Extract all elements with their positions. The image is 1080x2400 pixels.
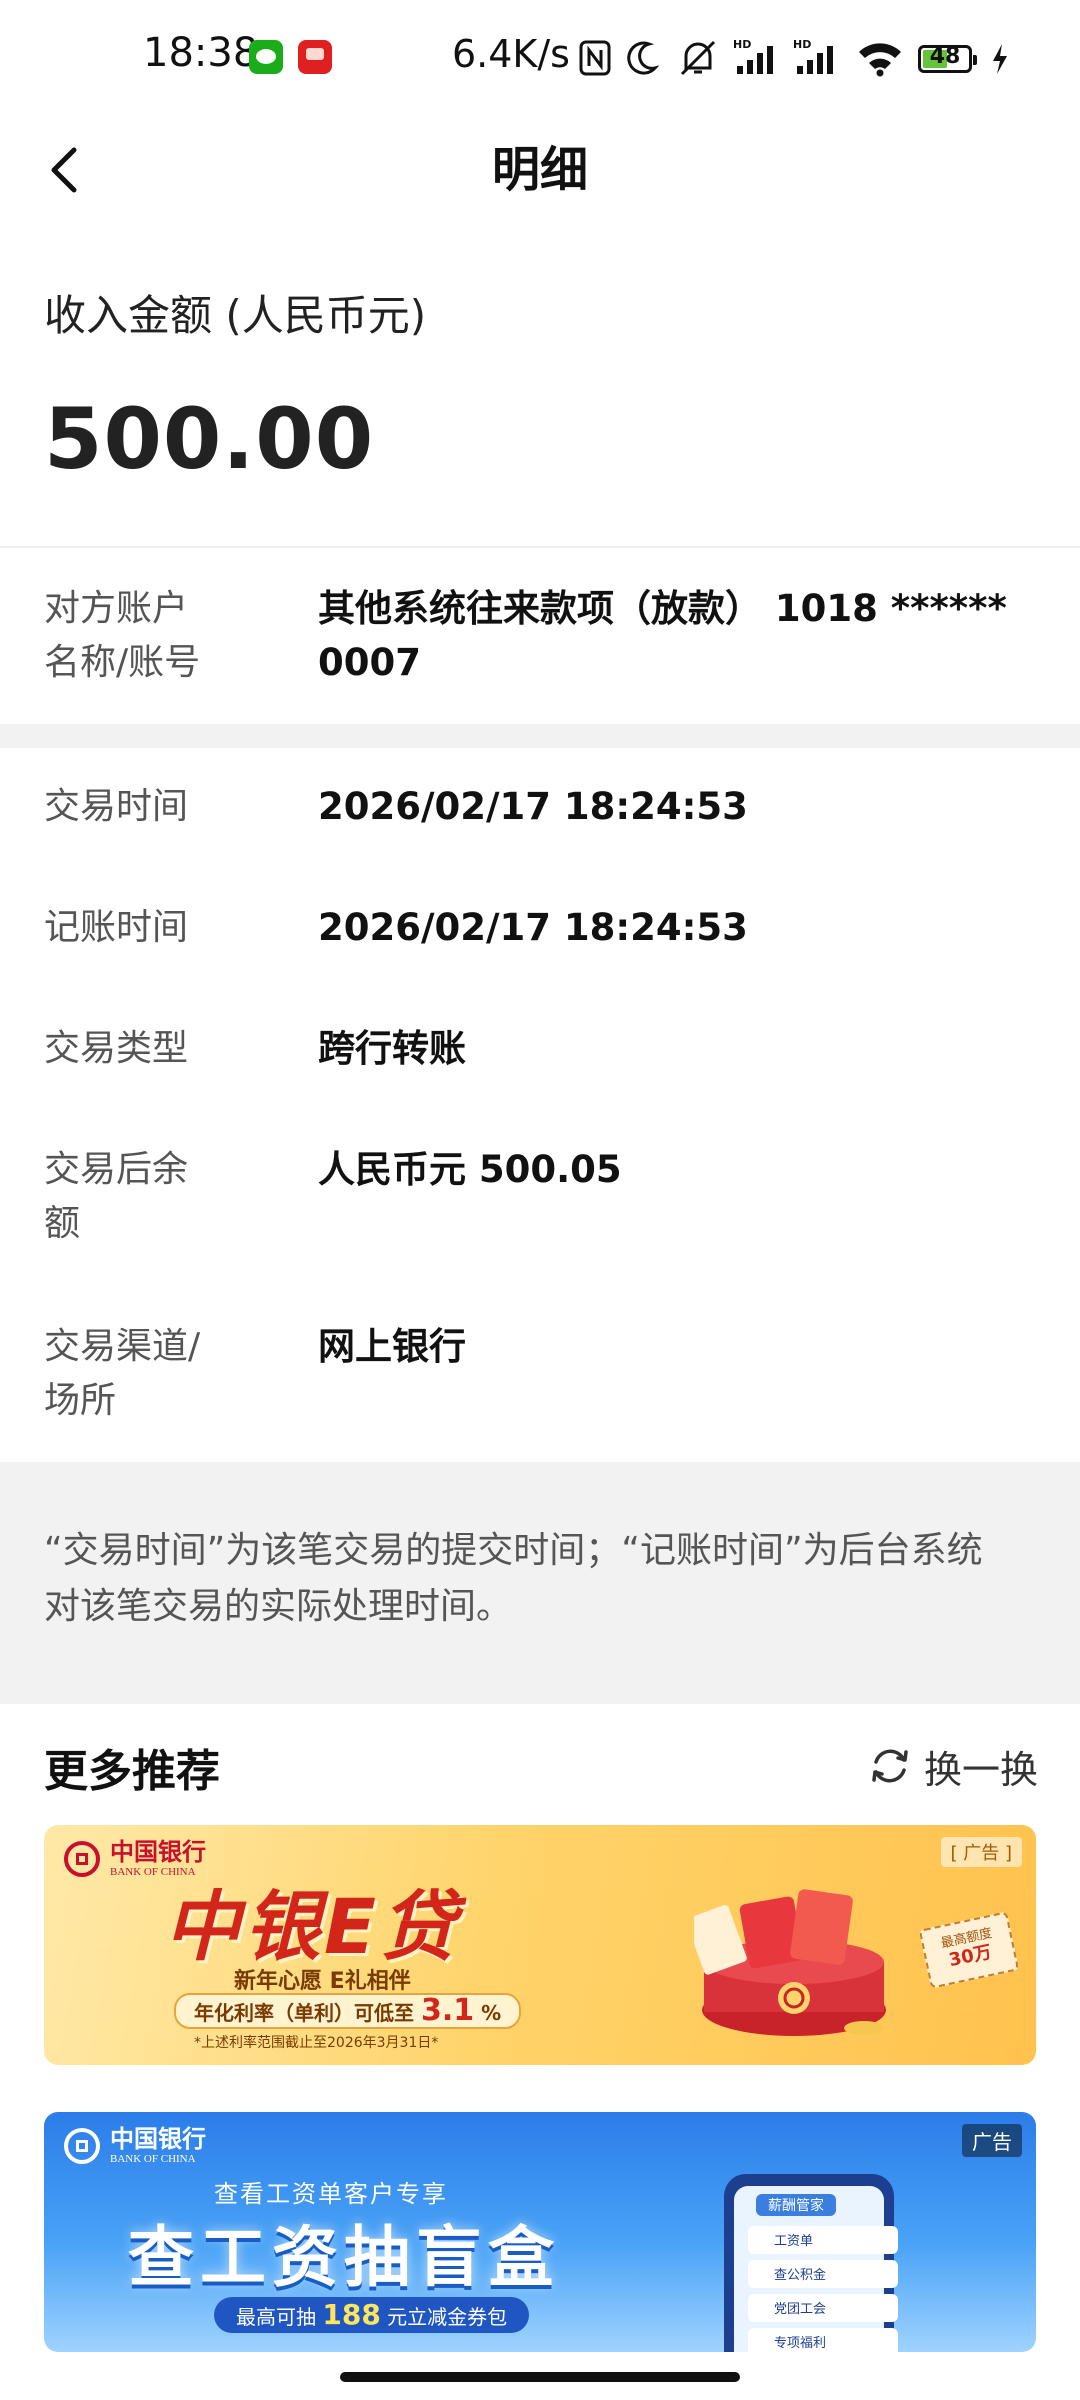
balance-value: 人民币元 500.05 [318, 1148, 622, 1191]
label-line: 对方账户 [44, 588, 189, 629]
bank-name-en: BANK OF CHINA [110, 2153, 196, 2165]
label-line: 额 [44, 1203, 81, 1244]
red-app-icon [298, 40, 332, 74]
hd-signal-icon: HD [793, 38, 833, 74]
label-line: 场所 [44, 1380, 117, 1421]
pill-suffix: 元立减金券包 [387, 2305, 508, 2329]
svg-text:HD: HD [793, 38, 811, 51]
phone-title: 薪酬管家 [768, 2197, 824, 2214]
battery-icon: 48 [918, 44, 977, 73]
wechat-icon [249, 40, 283, 74]
amount-value: 500.00 [44, 390, 375, 488]
network-speed: 6.4K/s [452, 32, 570, 76]
divider [0, 546, 1080, 548]
page-title: 明细 [491, 142, 588, 198]
phone-item: 查公积金 [774, 2267, 826, 2283]
nav-bar: 明细 [0, 120, 1080, 220]
refresh-label: 换一换 [924, 1747, 1039, 1792]
bank-name-cn: 中国银行 [110, 2124, 206, 2153]
wifi-icon [859, 43, 901, 77]
section-divider [0, 724, 1080, 748]
label-line: 交易渠道/ [44, 1326, 201, 1367]
bank-logo-icon [64, 2128, 100, 2164]
counterparty-value: 其他系统往来款项（放款） 1018 ****** 0007 [318, 582, 1038, 690]
battery-level: 48 [929, 44, 961, 69]
charging-icon [993, 44, 1007, 74]
status-bar: 18:38 6.4K/s HD HD 48 [0, 0, 1080, 120]
channel-label: 交易渠道/ 场所 [44, 1320, 244, 1428]
trade-type-label: 交易类型 [44, 1028, 189, 1069]
hd-signal-icon: HD [733, 38, 773, 74]
ad-tag: [ 广告 ] [940, 1837, 1022, 1867]
ticket-badge: 最高额度 30万 [918, 1911, 1020, 1989]
svg-text:HD: HD [733, 38, 751, 51]
home-indicator[interactable] [340, 2372, 740, 2382]
ad-tag: 广告 [962, 2124, 1022, 2157]
mute-icon [680, 40, 716, 76]
banner-footnote: *上述利率范围截止至2026年3月31日* [194, 2035, 439, 2051]
refresh-icon [872, 1749, 908, 1783]
rate-value: 3.1 [420, 1993, 475, 2028]
status-time: 18:38 [143, 30, 259, 76]
balance-label: 交易后余 额 [44, 1143, 244, 1251]
nfc-icon [579, 40, 611, 76]
phone-item: 党团工会 [774, 2302, 826, 2317]
counterparty-label: 对方账户 名称/账号 [44, 582, 244, 690]
note-line: “交易时间”为该笔交易的提交时间；“记账时间”为后台系统 [44, 1530, 983, 1571]
label-line: 交易后余 [44, 1149, 189, 1190]
refresh-button[interactable]: 换一换 [868, 1738, 1038, 1794]
posting-time-label: 记账时间 [44, 907, 189, 948]
phone-illustration-icon: 薪酬管家 工资单 查公积金 党团工会 专项福利 [724, 2174, 898, 2352]
ad-banner-salary[interactable]: 中国银行 BANK OF CHINA 广告 查看工资单客户专享 查工资抽盲盒 最… [44, 2112, 1036, 2352]
pill-prefix: 最高可抽 [236, 2305, 316, 2329]
gift-box-icon [694, 1889, 886, 2036]
rate-pill: 年化利率（单利）可低至 3.1 % [174, 1993, 522, 2029]
label-line: 名称/账号 [44, 642, 201, 683]
value-line: 其他系统往来款项（放款） 1018 ****** [318, 587, 1007, 630]
note-line: 对该笔交易的实际处理时间。 [44, 1586, 513, 1627]
note-text: “交易时间”为该笔交易的提交时间；“记账时间”为后台系统 对该笔交易的实际处理时… [44, 1523, 1044, 1635]
rate-unit: % [481, 2001, 502, 2025]
moon-icon [627, 41, 660, 75]
amount-label: 收入金额 (人民币元) [44, 291, 427, 340]
recommend-title: 更多推荐 [44, 1746, 220, 1797]
bank-logo-icon [64, 1841, 100, 1877]
trade-time-value: 2026/02/17 18:24:53 [318, 785, 748, 828]
phone-item: 工资单 [774, 2234, 813, 2249]
phone-item: 专项福利 [774, 2336, 826, 2351]
bank-name-cn: 中国银行 [110, 1837, 206, 1866]
trade-time-label: 交易时间 [44, 786, 189, 827]
banner-subtitle: 新年心愿 E礼相伴 [234, 1969, 411, 1994]
ad-banner-loan[interactable]: 中国银行 BANK OF CHINA [ 广告 ] 中银E贷 新年心愿 E礼相伴… [44, 1825, 1036, 2065]
banner-headline: 查工资抽盲盒 [128, 2219, 560, 2296]
banner-headline: 中银E贷 [164, 1882, 460, 1971]
bank-logo: 中国银行 BANK OF CHINA [64, 2126, 206, 2166]
rate-prefix: 年化利率（单利）可低至 [194, 2001, 414, 2025]
trade-type-value: 跨行转账 [318, 1027, 466, 1070]
channel-value: 网上银行 [318, 1325, 466, 1368]
posting-time-value: 2026/02/17 18:24:53 [318, 906, 748, 949]
value-line: 0007 [318, 641, 421, 684]
pill-value: 188 [322, 2298, 381, 2331]
reward-pill: 最高可抽 188 元立减金券包 [214, 2297, 530, 2333]
